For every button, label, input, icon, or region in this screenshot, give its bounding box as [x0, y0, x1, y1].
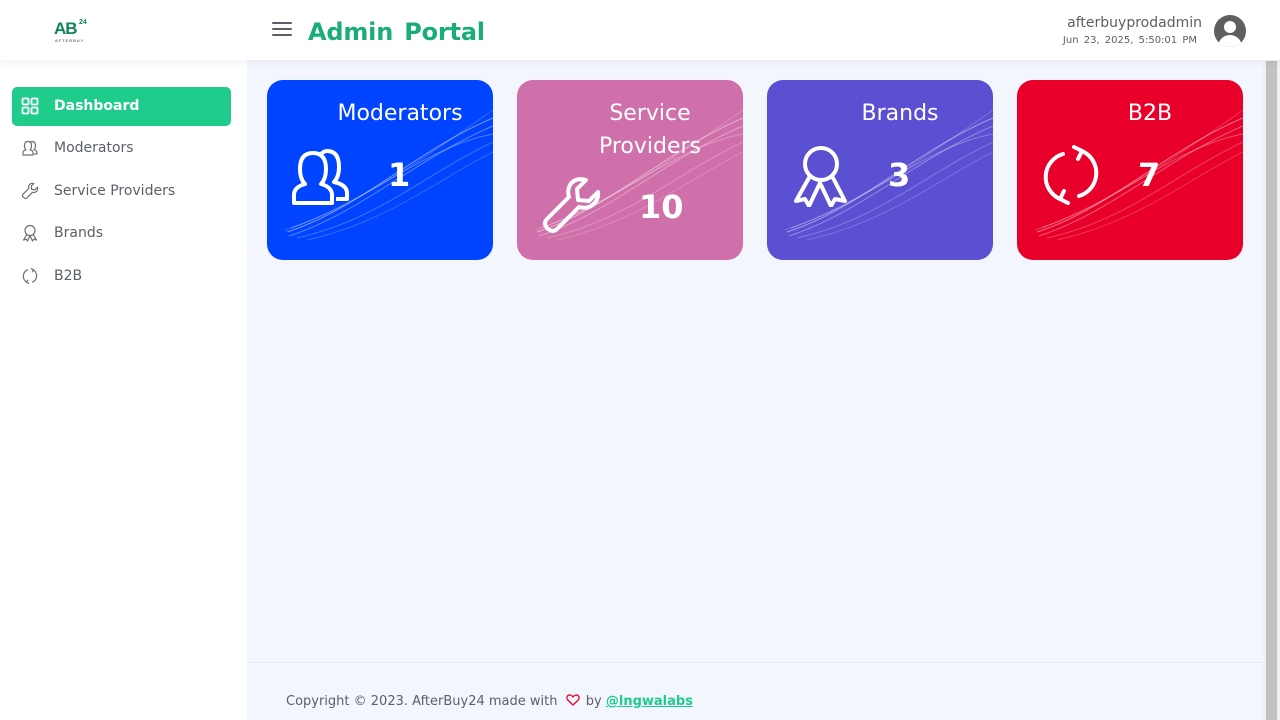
dashboard-grid-icon [21, 97, 39, 115]
afterbuy-logo[interactable]: AB 24 AFTERBUY [54, 19, 88, 45]
card-count: 1 [388, 156, 411, 194]
wrench-icon [543, 177, 601, 233]
logo-subtitle: AFTERBUY [55, 38, 85, 43]
sidebar-item-label: Dashboard [54, 98, 140, 114]
card-count: 3 [888, 156, 911, 194]
wrench-icon [21, 182, 39, 200]
sidebar: Dashboard Moderators Service Providers B… [0, 60, 247, 720]
card-title: B2B [1127, 101, 1173, 126]
hamburger-menu-icon[interactable] [272, 20, 294, 38]
sidebar-item-label: Brands [54, 225, 103, 241]
card-brands[interactable]: Brands 3 [767, 80, 993, 260]
sidebar-item-service-providers[interactable]: Service Providers [12, 172, 231, 211]
page-title: Admin Portal [308, 18, 485, 46]
sidebar-item-moderators[interactable]: Moderators [12, 129, 231, 168]
award-icon [22, 224, 38, 242]
award-icon [794, 146, 847, 207]
refresh-icon [1043, 145, 1099, 205]
footer-divider [247, 662, 1263, 663]
sidebar-item-label: Moderators [54, 140, 134, 156]
current-datetime: Jun 23, 2025, 5:50:01 PM [1062, 35, 1197, 46]
card-title: Service Providers [598, 101, 702, 159]
user-name[interactable]: afterbuyprodadmin [1067, 14, 1202, 32]
logo-text: AB [54, 19, 78, 38]
footer-link[interactable]: @lngwalabs [606, 694, 693, 709]
card-b2b[interactable]: B2B 7 [1017, 80, 1243, 260]
card-count: 7 [1138, 156, 1161, 194]
scrollbar-thumb[interactable] [1266, 61, 1277, 720]
users-icon [292, 149, 349, 205]
logo-superscript: 24 [79, 19, 87, 26]
footer-copyright: Copyright © 2023. AfterBuy24 made with [286, 694, 558, 709]
sidebar-item-b2b[interactable]: B2B [12, 257, 231, 296]
card-count: 10 [639, 188, 684, 226]
sidebar-item-brands[interactable]: Brands [12, 214, 231, 253]
card-title: Brands [861, 101, 939, 126]
top-header: AB 24 AFTERBUY Admin Portal afterbuyprod… [0, 0, 1280, 60]
sidebar-item-label: B2B [54, 268, 83, 284]
sidebar-item-dashboard[interactable]: Dashboard [12, 87, 231, 126]
users-icon [22, 140, 38, 156]
refresh-icon [22, 268, 38, 284]
card-moderators[interactable]: Moderators 1 [267, 80, 493, 260]
sidebar-item-label: Service Providers [54, 183, 176, 199]
user-avatar-icon[interactable] [1214, 15, 1246, 47]
footer-by: by [585, 694, 602, 709]
footer: Copyright © 2023. AfterBuy24 made with b… [286, 693, 693, 711]
card-title: Moderators [337, 101, 463, 126]
card-service-providers[interactable]: Service Providers 10 [517, 80, 743, 260]
heart-icon [565, 694, 580, 706]
